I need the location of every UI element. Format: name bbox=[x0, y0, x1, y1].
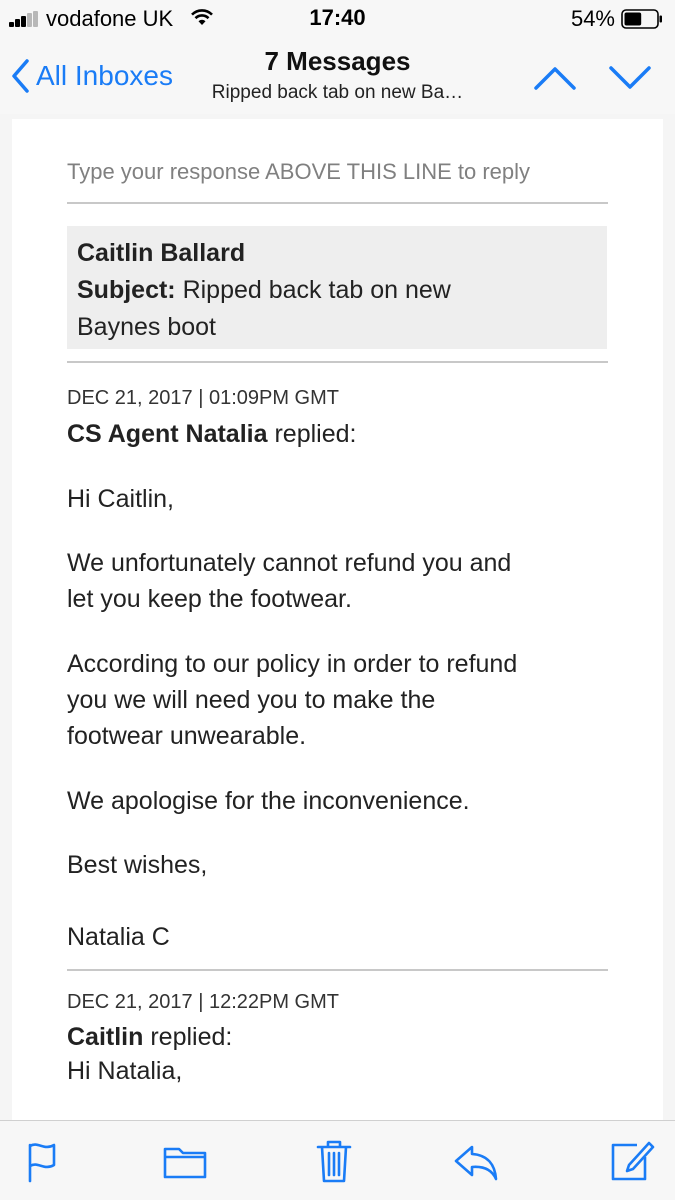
reply-action: replied: bbox=[267, 420, 357, 448]
battery-icon bbox=[621, 9, 662, 29]
reply-icon[interactable] bbox=[452, 1137, 500, 1185]
reply-timestamp: DEC 21, 2017 | 01:09PM GMT bbox=[67, 387, 339, 409]
chevron-left-icon bbox=[12, 59, 29, 93]
reply-paragraph: According to our policy in order to refu… bbox=[67, 646, 597, 754]
customer-name: Caitlin Ballard bbox=[77, 239, 246, 267]
chevron-up-icon bbox=[534, 67, 576, 90]
status-bar: vodafone UK 17:40 54% bbox=[0, 0, 675, 38]
reply-instruction: Type your response ABOVE THIS LINE to re… bbox=[67, 159, 531, 184]
subject-label: Subject: bbox=[77, 276, 176, 304]
ticket-subject: Subject: Ripped back tab on new bbox=[77, 272, 597, 309]
reply-greeting: Hi Natalia, bbox=[67, 1057, 183, 1085]
next-message-button[interactable] bbox=[605, 60, 655, 96]
reply-author: Caitlin bbox=[67, 1023, 144, 1051]
subject-text-line-2: Baynes boot bbox=[77, 313, 216, 341]
folder-icon[interactable] bbox=[161, 1137, 209, 1185]
reply-action: replied: bbox=[143, 1023, 233, 1051]
divider bbox=[67, 361, 608, 363]
flag-icon[interactable] bbox=[20, 1137, 68, 1185]
message-body: Type your response ABOVE THIS LINE to re… bbox=[12, 119, 663, 1120]
reply-timestamp: DEC 21, 2017 | 12:22PM GMT bbox=[67, 991, 339, 1013]
back-button[interactable]: All Inboxes bbox=[10, 46, 173, 106]
bottom-toolbar bbox=[0, 1120, 675, 1200]
reply-greeting: Hi Caitlin, bbox=[67, 485, 174, 513]
battery-percentage: 54% bbox=[570, 6, 615, 31]
paragraph-line: you we will need you to make the bbox=[67, 686, 436, 714]
trash-icon[interactable] bbox=[310, 1137, 358, 1185]
compose-icon[interactable] bbox=[607, 1137, 655, 1185]
mail-screen: vodafone UK 17:40 54% All Inboxes 7 Mess… bbox=[0, 0, 675, 1200]
paragraph-line: We unfortunately cannot refund you and bbox=[67, 549, 512, 577]
reply-paragraph: We unfortunately cannot refund you and l… bbox=[67, 545, 597, 617]
reply-signoff: Best wishes, bbox=[67, 851, 208, 879]
reply-author-line: CS Agent Natalia replied: bbox=[67, 420, 356, 449]
thread-message-count: 7 Messages bbox=[264, 46, 411, 76]
divider bbox=[67, 202, 608, 204]
navigation-bar: All Inboxes 7 Messages Ripped back tab o… bbox=[0, 38, 675, 114]
reply-paragraph: We apologise for the inconvenience. bbox=[67, 787, 470, 815]
chevron-down-icon bbox=[609, 66, 651, 89]
back-button-label: All Inboxes bbox=[36, 60, 173, 91]
thread-subject: Ripped back tab on new Ba… bbox=[211, 82, 464, 103]
ticket-summary: Caitlin Ballard Subject: Ripped back tab… bbox=[67, 226, 607, 349]
reply-signature: Natalia C bbox=[67, 923, 170, 951]
previous-message-button[interactable] bbox=[530, 60, 580, 96]
subject-text-line-1: Ripped back tab on new bbox=[175, 276, 451, 304]
reply-author: CS Agent Natalia bbox=[67, 420, 268, 448]
paragraph-line: According to our policy in order to refu… bbox=[67, 650, 518, 678]
message-scroll-area[interactable]: Type your response ABOVE THIS LINE to re… bbox=[0, 114, 675, 1120]
paragraph-line: let you keep the footwear. bbox=[67, 585, 352, 613]
divider bbox=[67, 969, 608, 971]
paragraph-line: footwear unwearable. bbox=[67, 722, 307, 750]
reply-author-line: Caitlin replied: bbox=[67, 1023, 232, 1052]
